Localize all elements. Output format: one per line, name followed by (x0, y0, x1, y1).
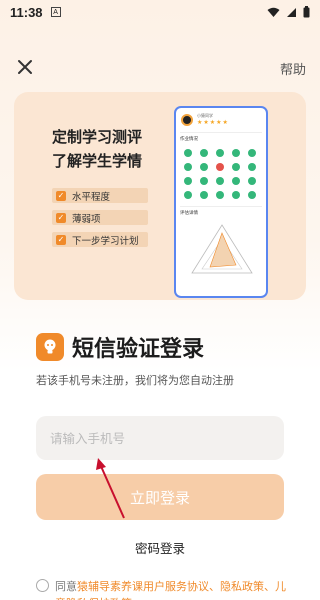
top-bar: 帮助 (0, 50, 320, 86)
feature-item: ✓ 下一步学习计划 (52, 232, 148, 247)
lightbulb-logo-icon (36, 333, 64, 361)
close-button[interactable] (12, 54, 38, 80)
feature-item: ✓ 薄弱项 (52, 210, 148, 225)
password-login-link[interactable]: 密码登录 (0, 538, 320, 557)
feature-label: 下一步学习计划 (72, 235, 139, 247)
battery-icon (303, 6, 310, 18)
help-link[interactable]: 帮助 (280, 59, 306, 78)
feature-item: ✓ 水平程度 (52, 188, 148, 203)
mock-stars-icon: ★★★★★ (197, 119, 229, 126)
status-time: 11:38 (10, 4, 43, 20)
phone-mockup-illustration: 小猿同学 ★★★★★ 作业情况 评估详情 (174, 106, 268, 298)
feature-label: 薄弱项 (72, 213, 101, 225)
notification-a-icon: A (50, 7, 61, 17)
phone-number-input[interactable] (36, 416, 284, 460)
mock-section-title: 评估详情 (180, 206, 262, 216)
agreement-checkbox[interactable] (36, 579, 49, 592)
agreement-links[interactable]: 猿辅导素养课用户服务协议、隐私政策、儿童隐私保护政策 (55, 580, 286, 600)
status-bar: 11:38 A (0, 0, 320, 24)
wifi-icon (267, 7, 280, 17)
promo-banner: 定制学习测评 了解学生学情 ✓ 水平程度 ✓ 薄弱项 ✓ 下一步学习计划 小猿同… (14, 92, 306, 300)
status-right-icons (267, 6, 310, 18)
page-title: 短信验证登录 (72, 337, 205, 362)
mock-dot-grid (176, 145, 266, 203)
mock-avatar (181, 113, 193, 126)
signal-icon (287, 7, 296, 17)
feature-label: 水平程度 (72, 191, 111, 203)
page-subtitle: 若该手机号未注册，我们将为您自动注册 (36, 374, 234, 387)
promo-title-line2: 了解学生学情 (52, 152, 143, 170)
agreement-text: 同意猿辅导素养课用户服务协议、隐私政策、儿童隐私保护政策 (55, 578, 296, 600)
mock-radar-chart (182, 219, 260, 279)
login-button[interactable]: 立即登录 (36, 474, 284, 520)
check-icon: ✓ (56, 212, 66, 223)
mock-header: 小猿同学 ★★★★★ (176, 108, 266, 129)
promo-title-line1: 定制学习测评 (52, 128, 143, 146)
agreement-prefix: 同意 (55, 580, 77, 593)
close-icon (18, 60, 32, 74)
agreement-row: 同意猿辅导素养课用户服务协议、隐私政策、儿童隐私保护政策 (36, 578, 296, 600)
check-icon: ✓ (56, 234, 66, 245)
check-icon: ✓ (56, 190, 66, 201)
mock-section-title: 作业情况 (180, 132, 262, 142)
